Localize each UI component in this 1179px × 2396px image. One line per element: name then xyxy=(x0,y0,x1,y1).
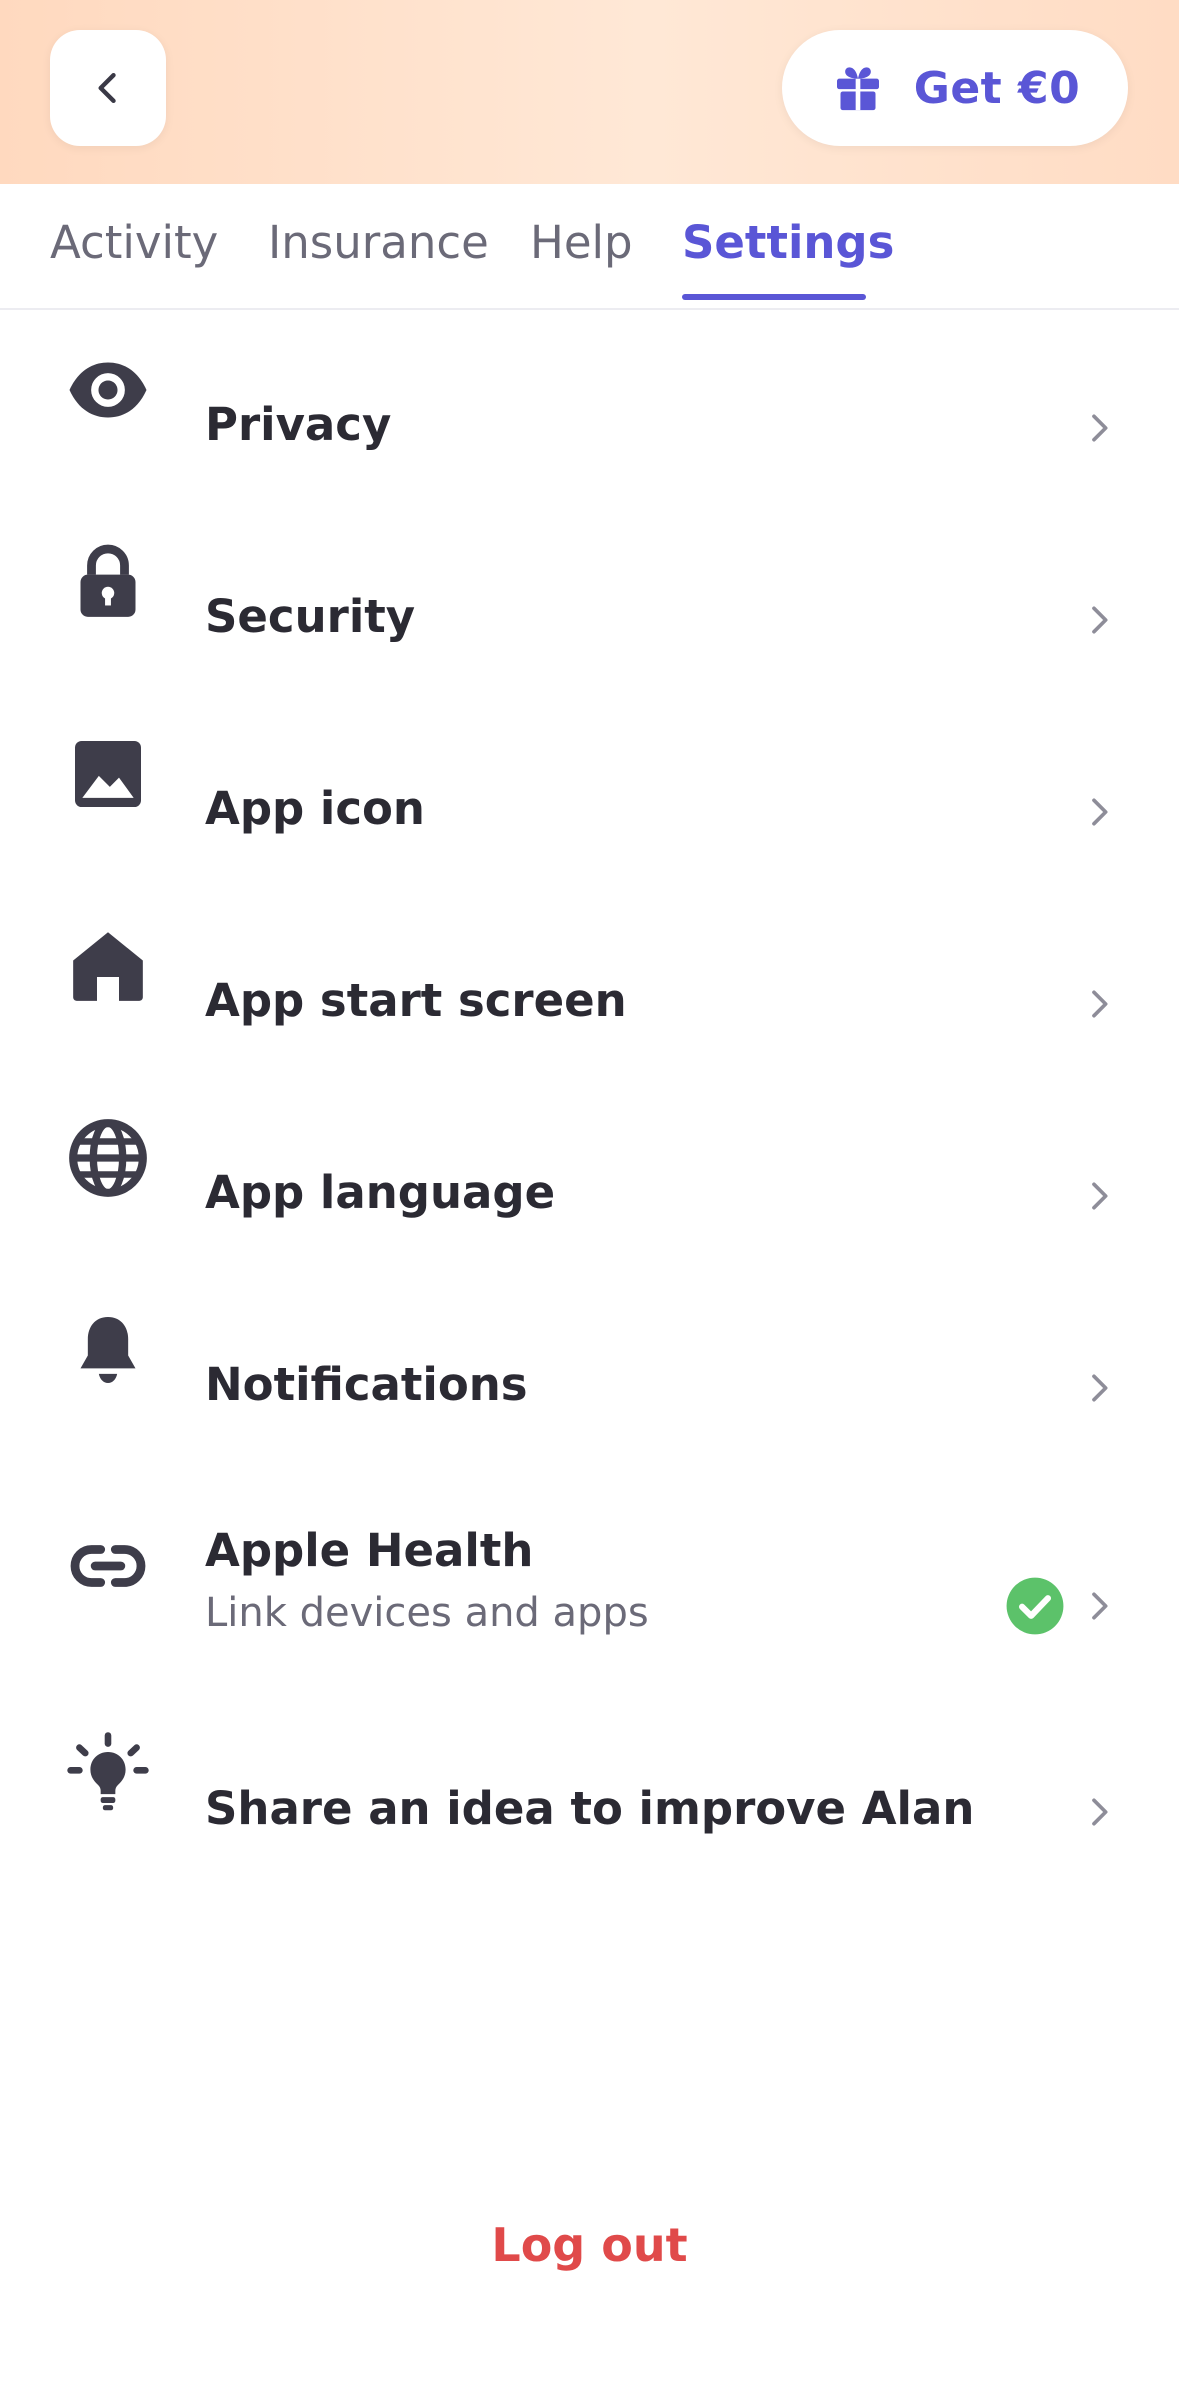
settings-item-label: App language xyxy=(205,1166,556,1219)
chevron-left-icon xyxy=(98,72,116,104)
lock-icon xyxy=(64,538,152,626)
link-icon xyxy=(64,1522,152,1610)
tab-settings[interactable]: Settings xyxy=(682,216,894,269)
settings-item-app-language[interactable]: App language xyxy=(0,1078,1179,1238)
settings-item-app-start-screen[interactable]: App start screen xyxy=(0,886,1179,1046)
tab-insurance[interactable]: Insurance xyxy=(268,216,489,269)
logout-button[interactable]: Log out xyxy=(0,2218,1179,2272)
lightbulb-icon xyxy=(64,1730,152,1818)
eye-icon xyxy=(64,346,152,434)
chevron-right-icon xyxy=(1079,792,1119,832)
chevron-right-icon xyxy=(1079,984,1119,1024)
settings-item-label: Share an idea to improve Alan xyxy=(205,1782,975,1835)
tab-activity[interactable]: Activity xyxy=(50,216,218,269)
chevron-right-icon xyxy=(1079,600,1119,640)
back-button[interactable] xyxy=(50,30,166,146)
settings-item-label: App start screen xyxy=(205,974,627,1027)
referral-button[interactable]: Get €0 xyxy=(782,30,1128,146)
chevron-right-icon xyxy=(1079,1792,1119,1832)
settings-item-app-icon[interactable]: App icon xyxy=(0,694,1179,854)
home-icon xyxy=(64,922,152,1010)
settings-item-label: Privacy xyxy=(205,398,392,451)
chevron-right-icon xyxy=(1079,1586,1119,1626)
settings-item-share-idea[interactable]: Share an idea to improve Alan xyxy=(0,1694,1179,1854)
settings-item-notifications[interactable]: Notifications xyxy=(0,1270,1179,1430)
settings-item-label: Notifications xyxy=(205,1358,528,1411)
settings-item-label: Security xyxy=(205,590,416,643)
globe-icon xyxy=(64,1114,152,1202)
referral-label: Get €0 xyxy=(913,62,1081,114)
active-tab-indicator xyxy=(682,294,866,300)
tab-help[interactable]: Help xyxy=(530,216,633,269)
settings-item-subtitle: Link devices and apps xyxy=(205,1590,649,1636)
chevron-right-icon xyxy=(1079,1176,1119,1216)
settings-item-label: App icon xyxy=(205,782,425,835)
settings-item-privacy[interactable]: Privacy xyxy=(0,310,1179,470)
gift-icon xyxy=(830,60,886,116)
header: Get €0 xyxy=(0,0,1179,184)
bell-icon xyxy=(64,1306,152,1394)
tab-bar: Activity Insurance Help Settings xyxy=(0,184,1179,310)
settings-item-security[interactable]: Security xyxy=(0,502,1179,662)
chevron-right-icon xyxy=(1079,1368,1119,1408)
image-icon xyxy=(64,730,152,818)
settings-item-label: Apple Health xyxy=(205,1524,534,1577)
check-circle-icon xyxy=(1004,1575,1066,1637)
settings-item-apple-health[interactable]: Apple Health Link devices and apps xyxy=(0,1462,1179,1662)
chevron-right-icon xyxy=(1079,408,1119,448)
